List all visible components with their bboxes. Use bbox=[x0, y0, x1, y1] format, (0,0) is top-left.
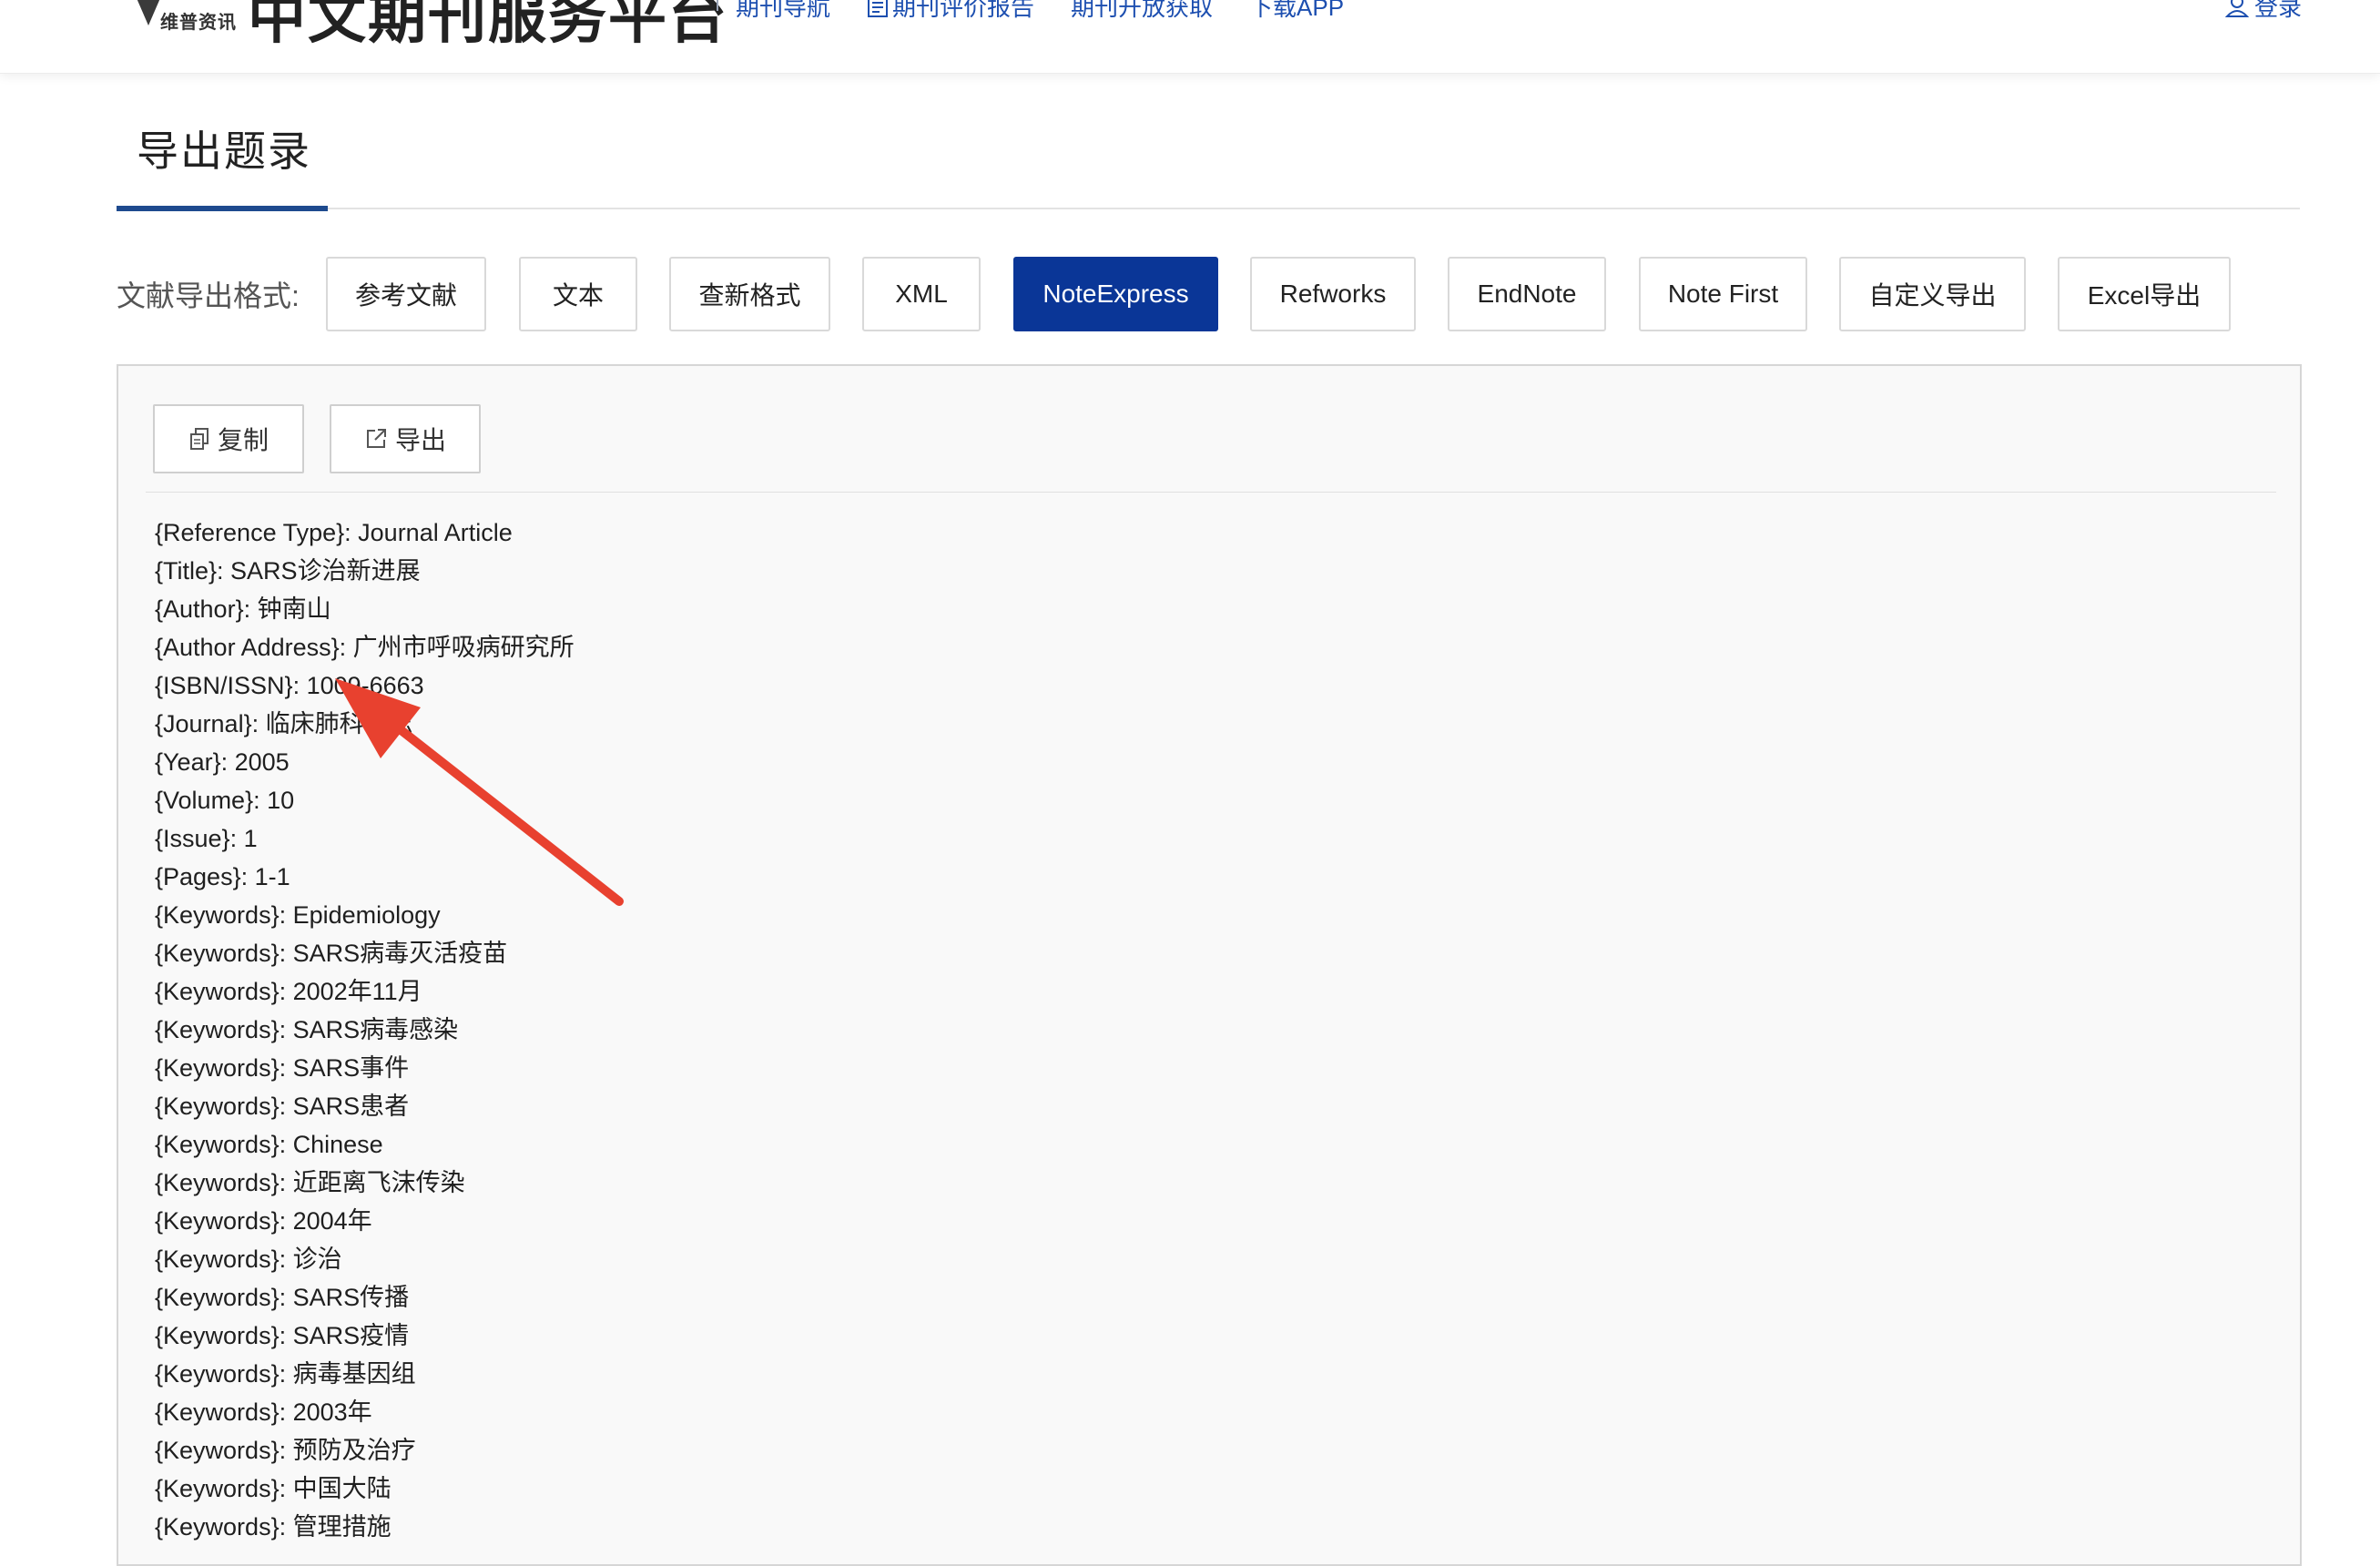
login-label: 登录 bbox=[2253, 0, 2302, 21]
record-line: {Keywords}: 2002年11月 bbox=[155, 978, 422, 1005]
nav-label: 下载APP bbox=[1249, 0, 1345, 21]
record-line: {Issue}: 1 bbox=[155, 825, 258, 852]
format-button-reference[interactable]: 参考文献 bbox=[326, 257, 486, 331]
record-line: {Journal}: 临床肺科杂志 bbox=[155, 710, 413, 737]
export-button[interactable]: 导出 bbox=[330, 404, 481, 473]
format-button-refworks[interactable]: Refworks bbox=[1250, 257, 1416, 331]
top-header: 维普资讯 中文期刊服务平台 期刊导航 期刊评价报告 期刊开放获取 下载APP 登… bbox=[0, 0, 2380, 74]
record-line: {Keywords}: SARS事件 bbox=[155, 1054, 410, 1082]
record-line: {Year}: 2005 bbox=[155, 748, 290, 776]
export-output-panel: 复制 导出 {Reference Type}: Journal Article{… bbox=[117, 364, 2302, 1566]
logo-emblem-icon bbox=[137, 0, 160, 25]
main-nav: 期刊导航 期刊评价报告 期刊开放获取 下载APP bbox=[736, 0, 1344, 23]
format-button-noteexpress[interactable]: NoteExpress bbox=[1013, 257, 1218, 331]
nav-label: 期刊评价报告 bbox=[892, 0, 1035, 21]
record-line: {Keywords}: SARS传播 bbox=[155, 1284, 410, 1311]
nav-download-app[interactable]: 下载APP bbox=[1249, 0, 1344, 23]
site-title[interactable]: 中文期刊服务平台 bbox=[248, 0, 728, 55]
nav-divider bbox=[717, 0, 718, 11]
title-divider bbox=[117, 208, 2300, 209]
record-line: {Title}: SARS诊治新进展 bbox=[155, 557, 421, 585]
record-line: {Keywords}: 中国大陆 bbox=[155, 1475, 392, 1502]
record-line: {Keywords}: 管理措施 bbox=[155, 1513, 392, 1541]
record-line: {Reference Type}: Journal Article bbox=[155, 519, 513, 546]
format-button-note-first[interactable]: Note First bbox=[1639, 257, 1807, 331]
title-underline bbox=[117, 206, 328, 211]
nav-label: 期刊导航 bbox=[736, 0, 831, 21]
record-line: {Keywords}: 诊治 bbox=[155, 1246, 342, 1273]
nav-journal-navigation[interactable]: 期刊导航 bbox=[736, 0, 830, 23]
page-title: 导出题录 bbox=[137, 127, 311, 175]
export-text: {Reference Type}: Journal Article {Title}… bbox=[155, 514, 575, 1546]
logo-mark-icon bbox=[166, 0, 217, 4]
logo-caption: 维普资讯 bbox=[160, 13, 237, 33]
format-label: 文献导出格式: bbox=[117, 280, 300, 312]
format-button-novelty-search[interactable]: 查新格式 bbox=[669, 257, 830, 331]
record-line: {Keywords}: 近距离飞沫传染 bbox=[155, 1169, 465, 1196]
format-button-text[interactable]: 文本 bbox=[519, 257, 637, 331]
toolbar-divider bbox=[146, 492, 2276, 493]
nav-open-access[interactable]: 期刊开放获取 bbox=[1071, 0, 1213, 23]
record-line: {Keywords}: Epidemiology bbox=[155, 901, 441, 929]
site-logo[interactable]: 维普资讯 bbox=[135, 0, 236, 33]
format-button-custom-export[interactable]: 自定义导出 bbox=[1839, 257, 2026, 331]
external-link-icon bbox=[366, 429, 386, 448]
nav-journal-evaluation-report[interactable]: 期刊评价报告 bbox=[867, 0, 1034, 23]
record-line: {Pages}: 1-1 bbox=[155, 863, 290, 890]
document-icon bbox=[868, 0, 889, 17]
record-line: {Keywords}: 2004年 bbox=[155, 1207, 372, 1235]
record-line: {Author Address}: 广州市呼吸病研究所 bbox=[155, 634, 575, 661]
format-button-excel-export[interactable]: Excel导出 bbox=[2058, 257, 2231, 331]
login-link[interactable]: 登录 bbox=[2224, 0, 2302, 23]
record-line: {Keywords}: SARS患者 bbox=[155, 1093, 410, 1120]
copy-icon bbox=[189, 428, 209, 450]
record-line: {ISBN/ISSN}: 1009-6663 bbox=[155, 672, 424, 699]
record-line: {Volume}: 10 bbox=[155, 787, 295, 814]
record-line: {Keywords}: 病毒基因组 bbox=[155, 1360, 416, 1388]
record-line: {Keywords}: 2003年 bbox=[155, 1398, 372, 1426]
record-line: {Keywords}: 预防及治疗 bbox=[155, 1437, 416, 1464]
record-line: {Keywords}: SARS疫情 bbox=[155, 1322, 410, 1349]
user-icon bbox=[2224, 0, 2249, 17]
format-button-xml[interactable]: XML bbox=[862, 257, 981, 331]
record-line: {Author}: 钟南山 bbox=[155, 595, 331, 623]
copy-label: 复制 bbox=[217, 426, 269, 454]
record-line: {Keywords}: SARS病毒感染 bbox=[155, 1016, 459, 1043]
record-line: {Keywords}: SARS病毒灭活疫苗 bbox=[155, 940, 508, 967]
copy-button[interactable]: 复制 bbox=[153, 404, 304, 473]
format-button-endnote[interactable]: EndNote bbox=[1448, 257, 1606, 331]
export-label: 导出 bbox=[394, 426, 446, 454]
nav-label: 期刊开放获取 bbox=[1071, 0, 1214, 21]
record-line: {Keywords}: Chinese bbox=[155, 1131, 383, 1158]
